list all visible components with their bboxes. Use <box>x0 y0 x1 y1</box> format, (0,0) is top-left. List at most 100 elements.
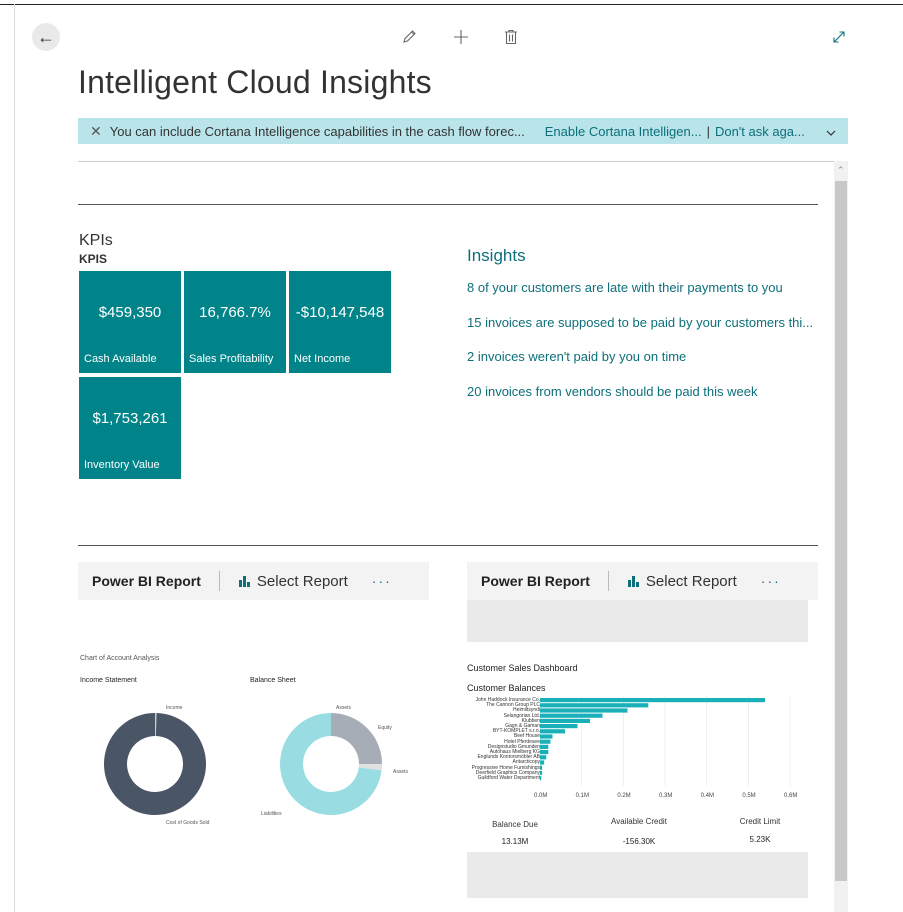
select-report-button[interactable]: Select Report <box>238 573 348 590</box>
arrow-left-icon: ← <box>37 26 55 47</box>
dont-ask-again-link[interactable]: Don't ask aga... <box>715 124 805 139</box>
bar[interactable] <box>540 755 547 760</box>
banner-separator: | <box>706 123 710 139</box>
banner-message: You can include Cortana Intelligence cap… <box>109 123 525 139</box>
bar[interactable] <box>540 724 578 729</box>
kpi-value: $1,753,261 <box>92 410 168 427</box>
x-tick-label: 0.2M <box>617 793 631 799</box>
powerbi-left-header: Power BI Report Select Report ··· <box>78 562 429 600</box>
new-button[interactable] <box>448 24 474 50</box>
balance-donut <box>280 713 382 815</box>
bar[interactable] <box>540 713 603 718</box>
expand-icon <box>833 31 845 43</box>
header-separator <box>218 571 220 591</box>
vertical-scrollbar[interactable]: ⌃ <box>834 161 848 912</box>
x-tick-label: 0.6M <box>784 793 798 799</box>
donut-label: Cost of Goods Sold <box>166 820 210 826</box>
dashboard-title: Customer Sales Dashboard <box>467 663 578 673</box>
powerbi-right-header: Power BI Report Select Report ··· <box>467 562 818 600</box>
kpi-tile-cash-available[interactable]: $459,350 Cash Available <box>79 271 181 373</box>
bar[interactable] <box>540 734 553 739</box>
kpi-tile-inventory-value[interactable]: $1,753,261 Inventory Value <box>79 377 181 479</box>
edit-button[interactable] <box>396 24 422 50</box>
section-divider <box>78 545 818 546</box>
card-value: 13.13M <box>501 837 529 846</box>
pencil-icon <box>403 30 416 43</box>
insights-heading: Insights <box>467 246 526 265</box>
window-top-border <box>0 4 903 5</box>
kpi-tile-net-income[interactable]: -$10,147,548 Net Income <box>289 271 391 373</box>
kpi-label: Cash Available <box>84 353 157 365</box>
kpi-value: -$10,147,548 <box>295 304 385 321</box>
kpis-heading: KPIs <box>79 232 113 249</box>
bar[interactable] <box>540 776 542 781</box>
x-tick-label: 0.5M <box>742 793 756 799</box>
x-tick-label: 0.0M <box>534 793 548 799</box>
scrollbar-thumb[interactable] <box>835 181 847 881</box>
bar[interactable] <box>540 729 565 734</box>
kpi-label: Sales Profitability <box>189 353 274 365</box>
kpi-tile-sales-profitability[interactable]: 16,766.7% Sales Profitability <box>184 271 286 373</box>
insight-link[interactable]: 2 invoices weren't paid by you on time <box>467 349 686 364</box>
card-label: Credit Limit <box>739 817 781 826</box>
plus-icon <box>454 30 468 44</box>
more-options-button[interactable]: ··· <box>761 573 781 589</box>
bar[interactable] <box>540 739 551 744</box>
bar[interactable] <box>540 698 765 703</box>
donut-slice[interactable] <box>331 713 382 764</box>
bar[interactable] <box>540 760 545 765</box>
report-title: Chart of Account Analysis <box>80 655 160 662</box>
report-placeholder <box>467 852 808 898</box>
card-value: 5.23K <box>749 835 771 844</box>
donut-charts <box>103 713 382 815</box>
income-statement-title: Income Statement <box>80 677 137 684</box>
kpi-label: Inventory Value <box>84 459 160 471</box>
bar[interactable] <box>540 708 628 713</box>
bar[interactable] <box>540 703 649 708</box>
enable-cortana-link[interactable]: Enable Cortana Intelligen... <box>545 124 702 139</box>
kpi-value: 16,766.7% <box>199 304 271 321</box>
insight-link[interactable]: 8 of your customers are late with their … <box>467 280 783 295</box>
bar[interactable] <box>540 744 549 749</box>
donut-label: Income <box>166 705 183 711</box>
bar[interactable] <box>540 750 549 755</box>
back-button[interactable]: ← <box>32 23 60 51</box>
close-icon[interactable]: ✕ <box>90 123 102 140</box>
select-report-label: Select Report <box>645 572 737 590</box>
insight-link[interactable]: 20 invoices from vendors should be paid … <box>467 384 758 399</box>
balance-sheet-title: Balance Sheet <box>250 677 296 684</box>
income-donut <box>103 713 206 815</box>
donut-label: Equity <box>378 725 392 731</box>
donut-slice[interactable] <box>103 713 206 815</box>
insight-link[interactable]: 15 invoices are supposed to be paid by y… <box>467 315 813 330</box>
report-icon <box>627 576 639 587</box>
bar[interactable] <box>540 718 590 723</box>
page-title: Intelligent Cloud Insights <box>78 64 432 100</box>
customer-balances-title: Customer Balances <box>467 683 546 693</box>
x-tick-label: 0.3M <box>659 793 673 799</box>
more-options-button[interactable]: ··· <box>372 573 392 589</box>
powerbi-title[interactable]: Power BI Report <box>92 573 201 589</box>
kpi-value: $459,350 <box>98 304 162 321</box>
donut-label: Assets <box>336 705 352 711</box>
trash-icon <box>505 29 517 45</box>
card-label: Balance Due <box>492 820 538 829</box>
header-separator <box>607 571 609 591</box>
powerbi-title[interactable]: Power BI Report <box>481 573 590 589</box>
select-report-button[interactable]: Select Report <box>627 573 737 590</box>
x-tick-label: 0.4M <box>700 793 714 799</box>
card-value: -156.30K <box>622 837 656 846</box>
section-divider <box>78 204 818 205</box>
delete-button[interactable] <box>498 24 524 50</box>
customer-balances-chart <box>540 696 791 786</box>
report-placeholder <box>467 600 808 642</box>
bar[interactable] <box>540 765 543 770</box>
bar[interactable] <box>540 770 543 775</box>
bar-category-label: Guildford Water Department <box>477 775 540 781</box>
x-tick-label: 0.1M <box>575 793 589 799</box>
donut-label: Assets <box>393 769 409 775</box>
expand-button[interactable] <box>826 24 852 50</box>
report-icon <box>238 576 250 587</box>
chevron-down-icon[interactable] <box>826 124 836 139</box>
chevron-up-icon[interactable]: ⌃ <box>837 165 845 176</box>
